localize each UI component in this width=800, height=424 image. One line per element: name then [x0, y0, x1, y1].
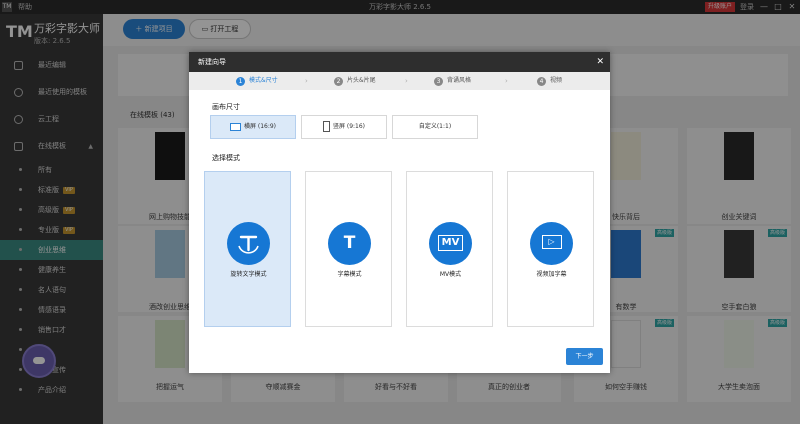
- subtitle-icon: T: [328, 222, 371, 265]
- mv-glyph: MV: [437, 235, 464, 251]
- step-number: 3: [434, 77, 443, 86]
- play-glyph: ▷: [541, 235, 562, 249]
- mode-label: MV模式: [439, 271, 462, 278]
- video-subtitle-mode-card[interactable]: ▷ 视频加字幕: [507, 171, 594, 327]
- size-label: 竖屏 (9:16): [332, 123, 366, 130]
- step-video[interactable]: 4 视频: [537, 72, 562, 90]
- rotate-text-mode-card[interactable]: 旋转文字模式: [204, 171, 291, 327]
- chevron-right-icon: ›: [405, 77, 408, 85]
- close-icon[interactable]: ✕: [596, 52, 604, 72]
- step-style[interactable]: 3 背诵风格: [434, 72, 471, 90]
- size-label: 横屏 (16:9): [243, 123, 277, 130]
- portrait-9-16-option[interactable]: 竖屏 (9:16): [301, 115, 387, 139]
- step-number: 1: [236, 77, 245, 86]
- mv-mode-card[interactable]: MV MV模式: [406, 171, 493, 327]
- rotate-text-glyph: [238, 235, 259, 254]
- portrait-icon: [322, 121, 330, 132]
- video-play-icon: ▷: [530, 222, 573, 265]
- step-label: 片头&片尾: [347, 77, 376, 84]
- dialog-title: 新建向导: [198, 58, 226, 66]
- step-label: 视频: [550, 77, 563, 84]
- step-label: 背诵风格: [447, 77, 472, 84]
- step-label: 模式&尺寸: [249, 77, 278, 84]
- step-intro-outro[interactable]: 2 片头&片尾: [334, 72, 376, 90]
- wizard-steps: 1 模式&尺寸 › 2 片头&片尾 › 3 背诵风格 › 4 视频: [189, 72, 610, 90]
- dialog-header: 新建向导 ✕: [189, 52, 610, 72]
- landscape-16-9-option[interactable]: 横屏 (16:9): [210, 115, 296, 139]
- canvas-size-label: 画布尺寸: [212, 103, 240, 111]
- step-number: 2: [334, 77, 343, 86]
- mode-label: 视频加字幕: [536, 271, 567, 278]
- next-step-button[interactable]: 下一步: [566, 348, 603, 365]
- chevron-right-icon: ›: [305, 77, 308, 85]
- landscape-icon: [229, 122, 241, 131]
- select-mode-label: 选择模式: [212, 154, 240, 162]
- new-project-wizard-dialog: 新建向导 ✕ 1 模式&尺寸 › 2 片头&片尾 › 3 背诵风格 › 4 视频 画布尺…: [189, 52, 610, 373]
- custom-1-1-option[interactable]: 自定义(1:1): [392, 115, 478, 139]
- mode-label: 字幕模式: [337, 271, 362, 278]
- subtitle-mode-card[interactable]: T 字幕模式: [305, 171, 392, 327]
- step-number: 4: [537, 77, 546, 86]
- step-mode-size[interactable]: 1 模式&尺寸: [236, 72, 278, 90]
- chevron-right-icon: ›: [505, 77, 508, 85]
- rotate-text-icon: [227, 222, 270, 265]
- mv-icon: MV: [429, 222, 472, 265]
- mode-label: 旋转文字模式: [230, 271, 267, 278]
- size-label: 自定义(1:1): [418, 123, 452, 130]
